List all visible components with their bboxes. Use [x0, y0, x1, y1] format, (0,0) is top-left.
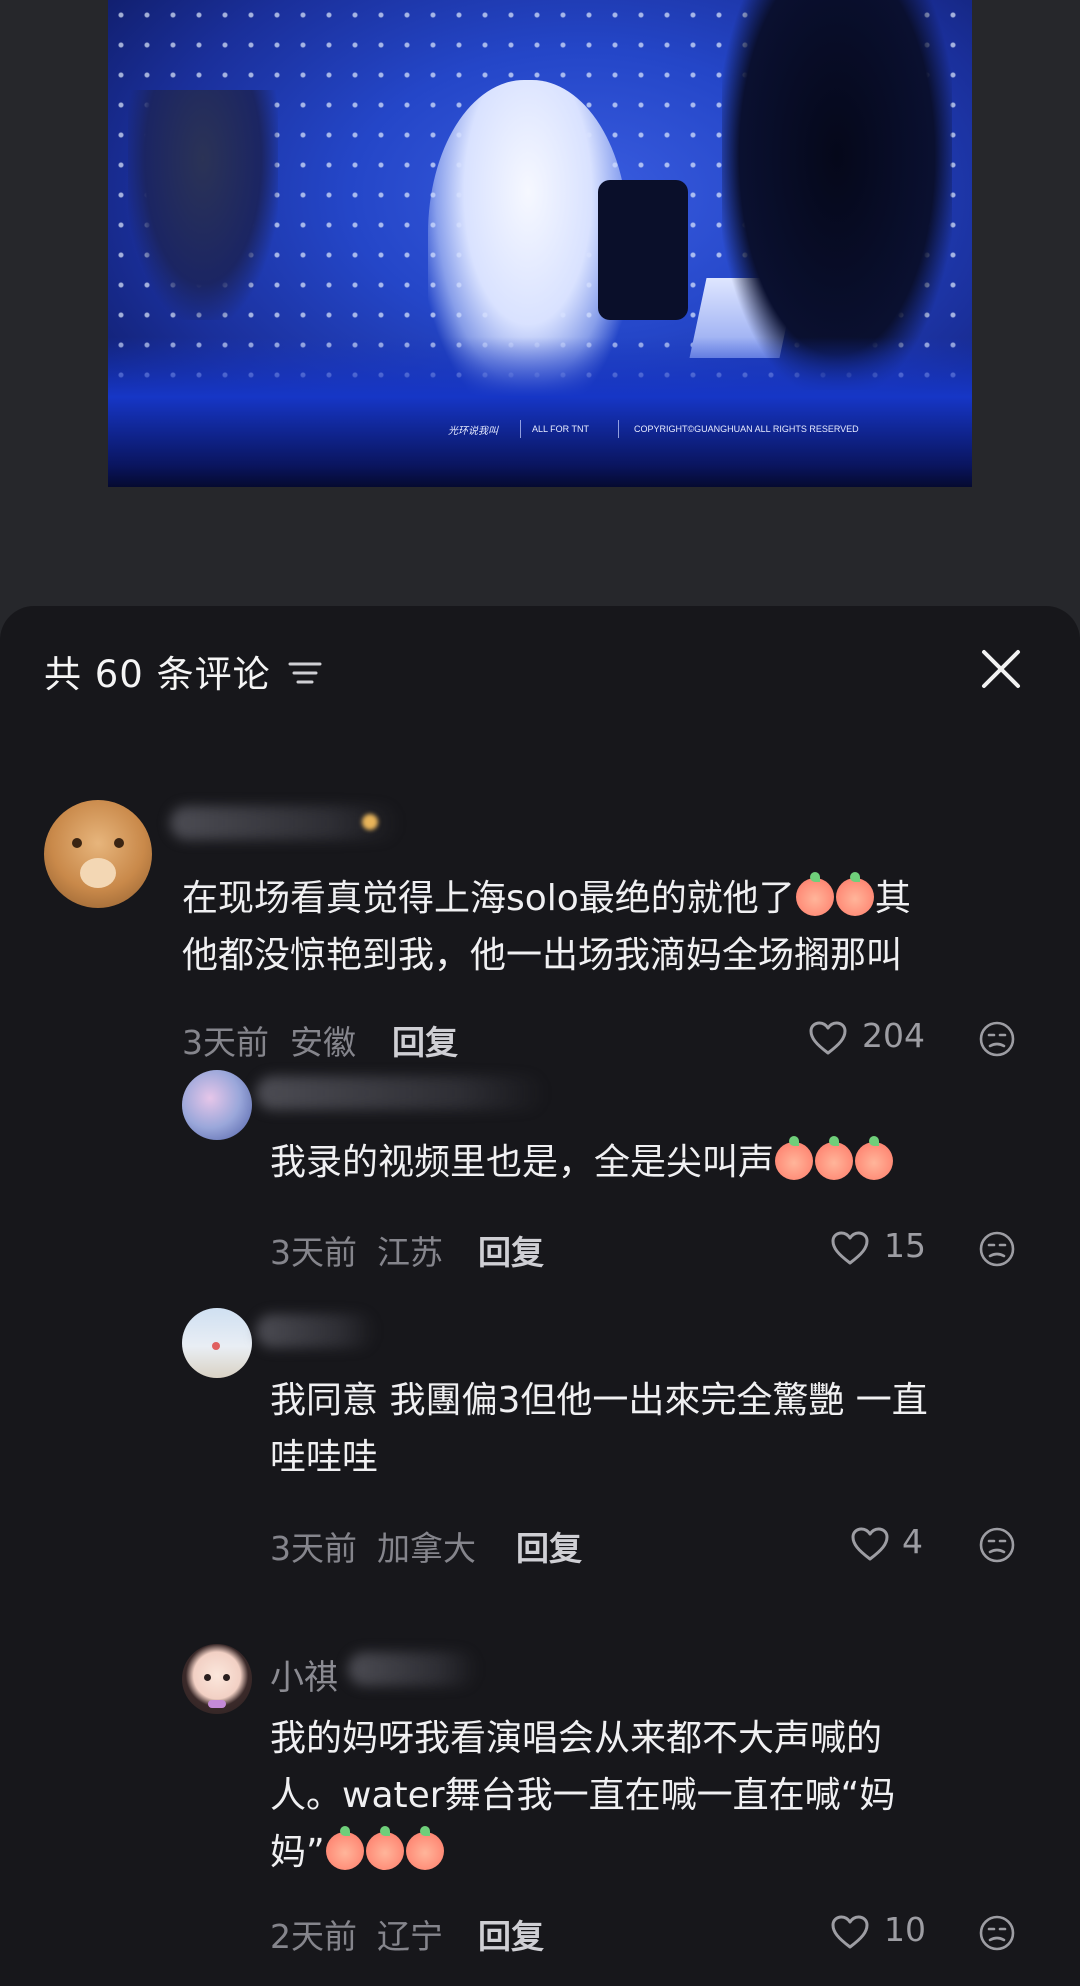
reply-item: 我同意 我團偏3但他一出來完全驚艷 一直 哇哇哇 3天前 加拿大 回复 4 — [0, 1286, 1080, 1586]
like-count: 10 — [884, 1910, 926, 1949]
video-watermark: 光环说我叫 ALL FOR TNT COPYRIGHT©GUANGHUAN AL… — [108, 420, 972, 444]
comment-line: 我的妈呀我看演唱会从来都不大声喊的 — [270, 1718, 883, 1759]
comment-time: 3天前 — [270, 1233, 357, 1272]
avatar[interactable] — [182, 1308, 252, 1378]
shy-peach-emoji — [775, 1136, 814, 1180]
heart-icon[interactable] — [830, 1914, 870, 1950]
reply-item: 我录的视频里也是，全是尖叫声 3天前 江苏 回复 15 — [0, 1046, 1080, 1286]
comment-text: 我录的视频里也是，全是尖叫声 — [270, 1134, 1030, 1191]
username[interactable]: 小祺 — [270, 1650, 338, 1699]
comment-time: 2天前 — [270, 1917, 357, 1956]
comment-line: 在现场看真觉得上海solo最绝的就他了 — [182, 878, 795, 919]
reply-button[interactable]: 回复 — [478, 1226, 544, 1274]
video-area: 光环说我叫 ALL FOR TNT COPYRIGHT©GUANGHUAN AL… — [0, 0, 1080, 620]
heart-icon[interactable] — [850, 1526, 890, 1562]
watermark-divider — [618, 420, 619, 438]
screaming-peach-emoji — [325, 1826, 364, 1870]
watermark-divider — [520, 420, 521, 438]
comment-line: 他都没惊艳到我，他一出场我滴妈全场搁那叫 — [182, 935, 903, 976]
avatar[interactable] — [182, 1070, 252, 1140]
comments-sheet: 共 60 条评论 在现场看真觉得上海solo最绝的就他了其 他都没惊艳到我，他一… — [0, 606, 1080, 1986]
crying-peach-emoji — [795, 872, 834, 916]
comment-line: 我录的视频里也是，全是尖叫声 — [270, 1142, 775, 1183]
shy-peach-emoji — [855, 1136, 894, 1180]
video-camera-rig — [598, 180, 688, 320]
video-player[interactable]: 光环说我叫 ALL FOR TNT COPYRIGHT©GUANGHUAN AL… — [108, 0, 972, 487]
comment-location: 加拿大 — [377, 1529, 476, 1568]
username-blurred — [348, 1652, 478, 1686]
like-count: 15 — [884, 1226, 926, 1265]
like-count: 4 — [902, 1522, 923, 1561]
dislike-face-icon[interactable] — [978, 1914, 1016, 1952]
shy-peach-emoji — [815, 1136, 854, 1180]
reply-button[interactable]: 回复 — [478, 1910, 544, 1958]
crying-peach-emoji — [835, 872, 874, 916]
comment-line: 哇哇哇 — [270, 1437, 379, 1478]
screaming-peach-emoji — [405, 1826, 444, 1870]
comment-item: 在现场看真觉得上海solo最绝的就他了 其 他都没惊艳到我，他一出场我滴妈全场搁那… — [0, 606, 1080, 1062]
reply-item: 小祺 我的妈呀我看演唱会从来都不大声喊的 人。water舞台我一直在喊一直在喊“… — [0, 1586, 1080, 1986]
video-camera-operator — [722, 0, 952, 390]
comment-line: 我同意 我團偏3但他一出來完全驚艷 一直 — [270, 1380, 928, 1421]
avatar[interactable] — [182, 1644, 252, 1714]
watermark-logo: 光环说我叫 — [448, 426, 498, 437]
dislike-face-icon[interactable] — [978, 1230, 1016, 1268]
username-blurred[interactable] — [256, 1314, 376, 1348]
comment-line: 人。water舞台我一直在喊一直在喊“妈 — [270, 1775, 896, 1816]
comment-location: 辽宁 — [377, 1917, 443, 1956]
username-blurred[interactable] — [256, 1076, 546, 1110]
video-background-person — [128, 90, 278, 320]
username-badge — [362, 814, 378, 830]
comment-text: 我的妈呀我看演唱会从来都不大声喊的 人。water舞台我一直在喊一直在喊“妈 妈… — [270, 1710, 1050, 1881]
reply-button[interactable]: 回复 — [516, 1522, 582, 1570]
comment-text: 在现场看真觉得上海solo最绝的就他了 其 他都没惊艳到我，他一出场我滴妈全场搁那… — [182, 870, 1042, 984]
comment-time: 3天前 — [270, 1529, 357, 1568]
dislike-face-icon[interactable] — [978, 1526, 1016, 1564]
screaming-peach-emoji — [365, 1826, 404, 1870]
video-stage-floor — [108, 337, 972, 487]
comment-location: 江苏 — [377, 1233, 443, 1272]
avatar[interactable] — [44, 800, 152, 908]
heart-icon[interactable] — [830, 1230, 870, 1266]
comment-text: 我同意 我團偏3但他一出來完全驚艷 一直 哇哇哇 — [270, 1372, 1050, 1486]
comment-line: 其 — [874, 878, 911, 919]
watermark-copyright: COPYRIGHT©GUANGHUAN ALL RIGHTS RESERVED — [634, 424, 859, 434]
comment-line: 妈” — [270, 1832, 325, 1873]
watermark-all-for-tnt: ALL FOR TNT — [532, 424, 590, 434]
